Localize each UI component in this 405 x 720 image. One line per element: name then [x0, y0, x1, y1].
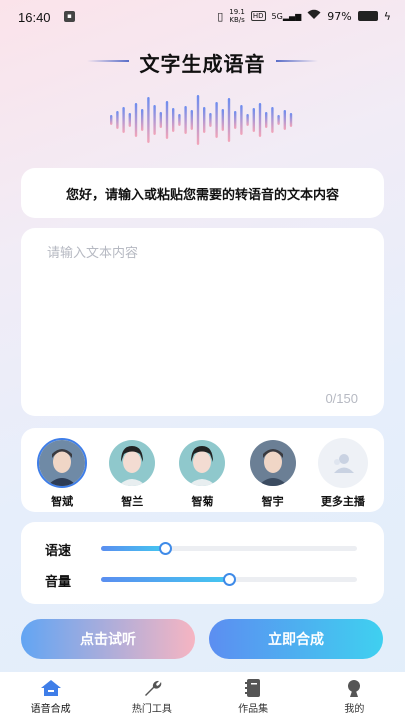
volume-slider-fill [101, 577, 229, 582]
voice-name: 智斌 [51, 495, 74, 508]
listen-button[interactable]: 点击试听 [21, 619, 195, 659]
battery-icon [357, 11, 378, 21]
prompt-text: 您好，请输入或粘贴您需要的转语音的文本内容 [65, 187, 339, 203]
wave-bar [271, 107, 274, 133]
wave-bar [215, 102, 218, 138]
wave-bar [221, 109, 224, 131]
wave-bar [277, 115, 280, 125]
speed-slider-row: 语速 [45, 538, 357, 559]
tab-label: 我的 [344, 704, 365, 715]
tab-hot-tools[interactable]: 热门工具 [101, 672, 202, 720]
text-input-area[interactable]: 请输入文本内容 0/150 [21, 228, 384, 416]
wave-bar [110, 115, 113, 125]
speed-slider-fill [101, 546, 165, 551]
tab-label: 作品集 [238, 704, 269, 715]
tab-label: 语音合成 [30, 704, 71, 715]
wave-bar [289, 113, 293, 127]
voice-option-zhiyu[interactable]: 智宇 [243, 438, 303, 512]
tab-voice-synthesis[interactable]: 语音合成 [0, 672, 101, 720]
wifi-icon [307, 9, 321, 23]
avatar [177, 438, 227, 488]
hd-badge: HD [250, 11, 266, 21]
wrench-icon [101, 678, 202, 698]
wave-bar [159, 112, 162, 128]
wave-bar [234, 111, 237, 129]
audio-settings-card: 语速 音量 [21, 522, 384, 604]
voice-option-zhiju[interactable]: 智菊 [172, 438, 232, 512]
voice-name: 智菊 [191, 495, 214, 508]
wave-bar [165, 101, 169, 139]
wave-bar [252, 108, 255, 132]
wave-bar [153, 105, 156, 135]
notebook-icon [203, 678, 304, 698]
voice-name: 智兰 [121, 495, 144, 508]
sound-wave-icon [110, 95, 293, 145]
wave-bar [116, 111, 119, 129]
status-bar: 16:40 ▪ ▯ 19.1 KB/s HD 5G▂▄▆ 97% ϟ [0, 0, 405, 34]
more-voices-icon [317, 438, 368, 488]
voice-option-zhilan[interactable]: 智兰 [102, 438, 162, 512]
speed-label: 语速 [45, 544, 72, 559]
clock: 16:40 [18, 10, 51, 25]
profile-icon [304, 678, 405, 698]
speed-slider-handle[interactable] [159, 542, 172, 555]
wave-bar [178, 114, 181, 126]
tab-profile[interactable]: 我的 [304, 672, 405, 720]
tab-works[interactable]: 作品集 [203, 672, 304, 720]
volume-slider-row: 音量 [45, 569, 357, 590]
home-icon [0, 678, 101, 698]
wave-bar [184, 106, 187, 134]
volume-slider-handle[interactable] [223, 573, 236, 586]
wave-bar [283, 110, 286, 130]
signal-icon: 5G▂▄▆ [271, 11, 302, 21]
wave-bar [190, 110, 193, 130]
wave-bar [134, 103, 138, 137]
tab-label: 热门工具 [131, 704, 172, 715]
title-decoration-right [276, 60, 318, 62]
wave-bar [227, 98, 231, 142]
wave-bar [147, 97, 150, 143]
wave-bar [122, 107, 125, 133]
speed-slider[interactable] [101, 542, 357, 555]
wave-bar [265, 112, 268, 128]
voice-name: 智宇 [261, 495, 284, 508]
text-input-placeholder: 请输入文本内容 [47, 246, 139, 261]
voice-name: 更多主播 [320, 495, 365, 508]
wave-bar [258, 103, 262, 137]
notification-icon: ▪ [64, 11, 75, 22]
page-header: 文字生成语音 [0, 46, 405, 76]
vibrate-icon: ▯ [217, 9, 224, 23]
avatar [107, 438, 157, 488]
wave-bar [172, 108, 175, 132]
prompt-card: 您好，请输入或粘贴您需要的转语音的文本内容 [21, 168, 384, 218]
wave-bar [209, 113, 212, 127]
network-speed: 19.1 KB/s [229, 8, 245, 24]
wave-bar [203, 107, 206, 133]
wave-bar [128, 113, 131, 127]
status-icons: ▯ 19.1 KB/s HD 5G▂▄▆ 97% ϟ [217, 8, 391, 24]
voice-selector: 智斌 智兰 智菊 智宇 更多主播 [21, 428, 384, 512]
avatar [248, 438, 298, 488]
avatar [37, 438, 88, 488]
page-title: 文字生成语音 [139, 52, 266, 76]
wave-bar [196, 95, 200, 145]
volume-slider[interactable] [101, 573, 357, 586]
bottom-tab-bar: 语音合成 热门工具 作品集 我的 [0, 672, 405, 720]
voice-option-zhibin[interactable]: 智斌 [32, 438, 92, 512]
synthesize-button[interactable]: 立即合成 [209, 619, 383, 659]
volume-label: 音量 [45, 575, 72, 590]
wave-bar [246, 114, 249, 126]
battery-percent: 97% [327, 9, 352, 23]
wave-bar [240, 105, 243, 135]
charging-icon: ϟ [383, 9, 391, 23]
character-counter: 0/150 [325, 391, 358, 406]
more-voices-button[interactable]: 更多主播 [313, 438, 373, 512]
wave-bar [141, 109, 144, 131]
